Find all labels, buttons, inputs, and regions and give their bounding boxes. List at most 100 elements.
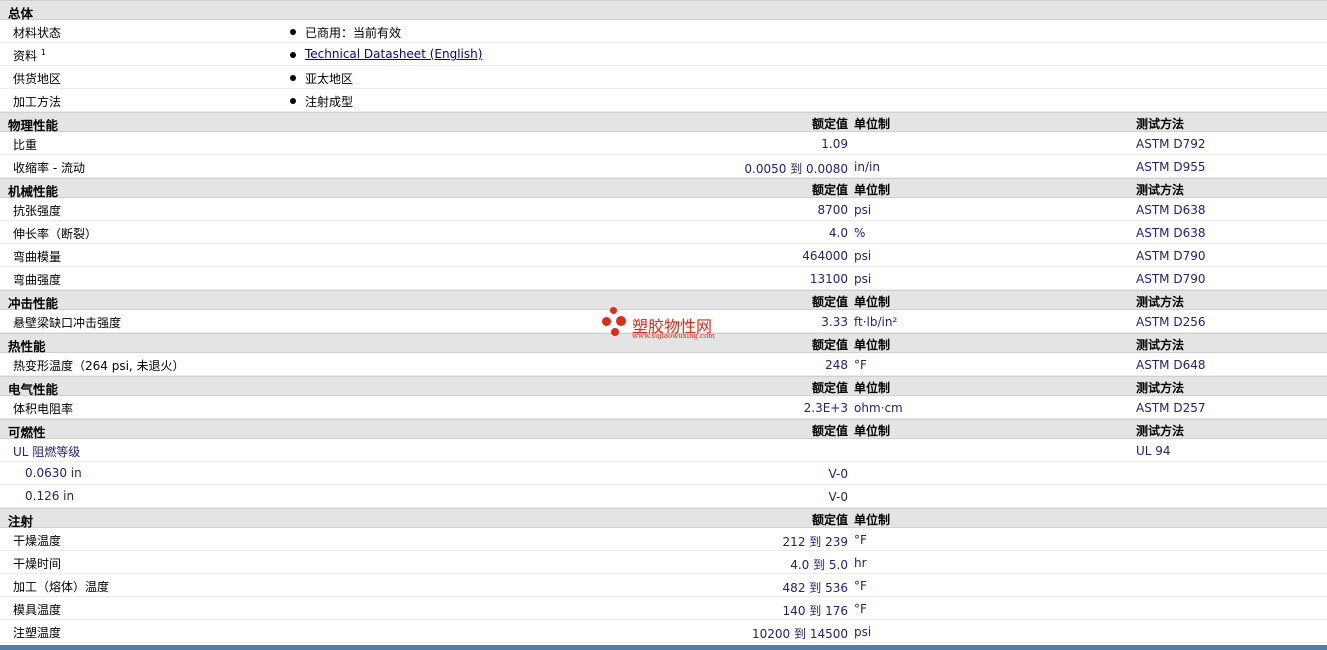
property-label: 0.0630 in (25, 466, 82, 480)
property-label: 比重 (13, 138, 38, 152)
footer-bar (0, 645, 1327, 650)
test-method: ASTM D638 (1136, 203, 1206, 217)
test-method: ASTM D792 (1136, 137, 1206, 151)
property-label: 弯曲模量 (13, 250, 62, 264)
property-sections: 物理性能 额定值 单位制 测试方法 比重 1.09 ASTM D792 收缩率 - 流动 0.0… (0, 112, 1327, 643)
property-unit: °F (854, 579, 867, 593)
row-value: 已商用：当前有效 (305, 26, 402, 40)
unit-header: 单位制 (854, 183, 891, 197)
property-row: 0.126 in V-0 (0, 485, 1327, 508)
property-label: 注塑温度 (13, 626, 62, 640)
row-value: 注射成型 (305, 95, 354, 109)
property-unit: psi (854, 203, 872, 217)
property-row: 收缩率 - 流动 0.0050 到 0.0080 in/in ASTM D955 (0, 155, 1327, 178)
property-value: 1.09 (821, 137, 848, 151)
property-label: 体积电阻率 (13, 402, 74, 416)
test-method: ASTM D648 (1136, 358, 1206, 372)
datasheet: 总体 材料状态 已商用：当前有效 资料 1 Technical Datashee… (0, 0, 1327, 643)
test-method: ASTM D790 (1136, 272, 1206, 286)
property-label: 抗张强度 (13, 204, 62, 218)
rated-value-header: 额定值 (811, 381, 848, 395)
property-unit: ft·lb/in² (854, 315, 898, 329)
watermark-logo: 塑胶物性网 www.sujiaowuxing.com (602, 307, 732, 343)
property-label: UL 阻燃等级 (13, 445, 81, 459)
property-label: 收缩率 - 流动 (13, 161, 85, 175)
section-header: 电气性能 额定值 单位制 测试方法 (0, 376, 1327, 397)
property-row: 干燥时间 4.0 到 5.0 hr (0, 551, 1327, 574)
test-method: ASTM D955 (1136, 160, 1206, 174)
test-method: ASTM D790 (1136, 249, 1206, 263)
row-label: 供货地区 (13, 72, 62, 86)
test-method-header: 测试方法 (1136, 295, 1185, 309)
property-value: 482 到 536 (782, 581, 848, 595)
property-unit: hr (854, 556, 867, 570)
rated-value-header: 额定值 (811, 295, 848, 309)
row-label: 材料状态 (13, 26, 62, 40)
section-header: 可燃性 额定值 单位制 测试方法 (0, 419, 1327, 440)
property-label: 悬壁梁缺口冲击强度 (13, 316, 122, 330)
property-unit: % (854, 226, 866, 240)
general-row: 资料 1 Technical Datasheet (English) (0, 43, 1327, 66)
property-label: 弯曲强度 (13, 273, 62, 287)
rated-value-header: 额定值 (811, 338, 848, 352)
property-unit: psi (854, 272, 872, 286)
property-unit: °F (854, 533, 867, 547)
rated-value-header: 额定值 (811, 513, 848, 527)
datasheet-link[interactable]: Technical Datasheet (English) (305, 47, 482, 61)
property-row: 注塑温度 10200 到 14500 psi (0, 620, 1327, 643)
unit-header: 单位制 (854, 117, 891, 131)
section-header: 物理性能 额定值 单位制 测试方法 (0, 112, 1327, 133)
property-row: 模具温度 140 到 176 °F (0, 597, 1327, 620)
test-method-header: 测试方法 (1136, 424, 1185, 438)
property-label: 伸长率（断裂） (13, 227, 98, 241)
test-method: UL 94 (1136, 444, 1171, 458)
bullet-icon (290, 52, 296, 58)
property-label: 0.126 in (25, 489, 75, 503)
property-row: 体积电阻率 2.3E+3 ohm·cm ASTM D257 (0, 396, 1327, 419)
unit-header: 单位制 (854, 513, 891, 527)
test-method-header: 测试方法 (1136, 183, 1185, 197)
property-unit: psi (854, 625, 872, 639)
row-value: 亚太地区 (305, 72, 354, 86)
unit-header: 单位制 (854, 424, 891, 438)
watermark-url: www.sujiaowuxing.com (632, 332, 715, 340)
general-row: 供货地区 亚太地区 (0, 66, 1327, 89)
property-label: 干燥时间 (13, 557, 62, 571)
property-value: 13100 (809, 272, 848, 286)
rated-value-header: 额定值 (811, 183, 848, 197)
property-row: 弯曲强度 13100 psi ASTM D790 (0, 267, 1327, 290)
property-value: 212 到 239 (782, 535, 848, 549)
general-row: 加工方法 注射成型 (0, 89, 1327, 112)
bullet-icon (290, 98, 296, 104)
test-method-header: 测试方法 (1136, 338, 1185, 352)
test-method-header: 测试方法 (1136, 381, 1185, 395)
property-value: 140 到 176 (782, 604, 848, 618)
property-value: 0.0050 到 0.0080 (744, 162, 848, 176)
property-value: 248 (825, 358, 848, 372)
test-method: ASTM D257 (1136, 401, 1206, 415)
property-value: 4.0 到 5.0 (790, 558, 848, 572)
property-row: 比重 1.09 ASTM D792 (0, 132, 1327, 155)
property-row: 伸长率（断裂） 4.0% ASTM D638 (0, 221, 1327, 244)
test-method-header: 测试方法 (1136, 117, 1185, 131)
test-method: ASTM D256 (1136, 315, 1206, 329)
bullet-icon (290, 75, 296, 81)
property-value: 3.33 (821, 315, 848, 329)
section-header: 注射 额定值 单位制 (0, 508, 1327, 529)
property-row: 弯曲模量 464000 psi ASTM D790 (0, 244, 1327, 267)
row-label: 加工方法 (13, 95, 62, 109)
property-value: V-0 (828, 490, 848, 504)
test-method: ASTM D638 (1136, 226, 1206, 240)
bullet-icon (290, 29, 296, 35)
property-row: 加工（熔体）温度 482 到 536 °F (0, 574, 1327, 597)
footnote-marker: 1 (40, 48, 46, 57)
property-label: 热变形温度（264 psi, 未退火） (13, 359, 185, 373)
property-unit: °F (854, 602, 867, 616)
unit-header: 单位制 (854, 338, 891, 352)
property-row: 0.0630 in V-0 (0, 462, 1327, 485)
property-value: 10200 到 14500 (752, 627, 848, 641)
property-unit: ohm·cm (854, 401, 903, 415)
rated-value-header: 额定值 (811, 117, 848, 131)
property-value: V-0 (828, 467, 848, 481)
property-row: 干燥温度 212 到 239 °F (0, 528, 1327, 551)
